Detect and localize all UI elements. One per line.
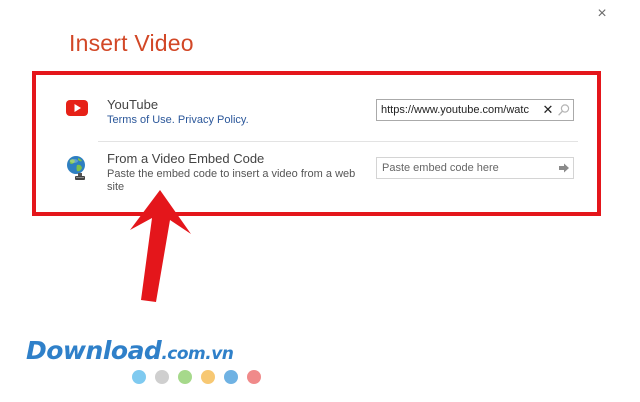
watermark-dot: [224, 370, 238, 384]
watermark-domain: .com.vn: [161, 344, 234, 364]
arrow-right-icon[interactable]: [558, 162, 570, 174]
close-icon: ×: [597, 5, 607, 22]
watermark-dot: [132, 370, 146, 384]
watermark-dot: [247, 370, 261, 384]
youtube-links: Terms of Use. Privacy Policy.: [107, 114, 249, 126]
globe-icon: [67, 156, 85, 180]
annotation-arrow-icon: [130, 190, 191, 302]
youtube-icon: [66, 100, 88, 116]
youtube-row: YouTube Terms of Use. Privacy Policy. ✕: [36, 94, 597, 132]
close-button[interactable]: ×: [592, 4, 612, 24]
clear-button[interactable]: ✕: [542, 102, 554, 118]
row-divider: [98, 141, 578, 142]
watermark-dot: [201, 370, 215, 384]
embed-code-input[interactable]: [382, 160, 552, 176]
embed-name: From a Video Embed Code: [107, 151, 265, 166]
youtube-name: YouTube: [107, 97, 159, 112]
clear-icon: ✕: [542, 102, 554, 117]
youtube-search-box: ✕: [376, 99, 574, 121]
watermark-dot: [178, 370, 192, 384]
youtube-search-input[interactable]: [381, 102, 539, 118]
watermark-logo: Download.com.vn: [26, 336, 234, 365]
embed-code-box: [376, 157, 574, 179]
terms-of-use-link[interactable]: Terms of Use.: [107, 114, 175, 126]
dialog-title: Insert Video: [69, 30, 194, 56]
watermark-brand: Download: [26, 336, 162, 365]
privacy-policy-link[interactable]: Privacy Policy.: [178, 114, 249, 126]
search-icon[interactable]: [557, 103, 571, 117]
watermark-dot: [155, 370, 169, 384]
